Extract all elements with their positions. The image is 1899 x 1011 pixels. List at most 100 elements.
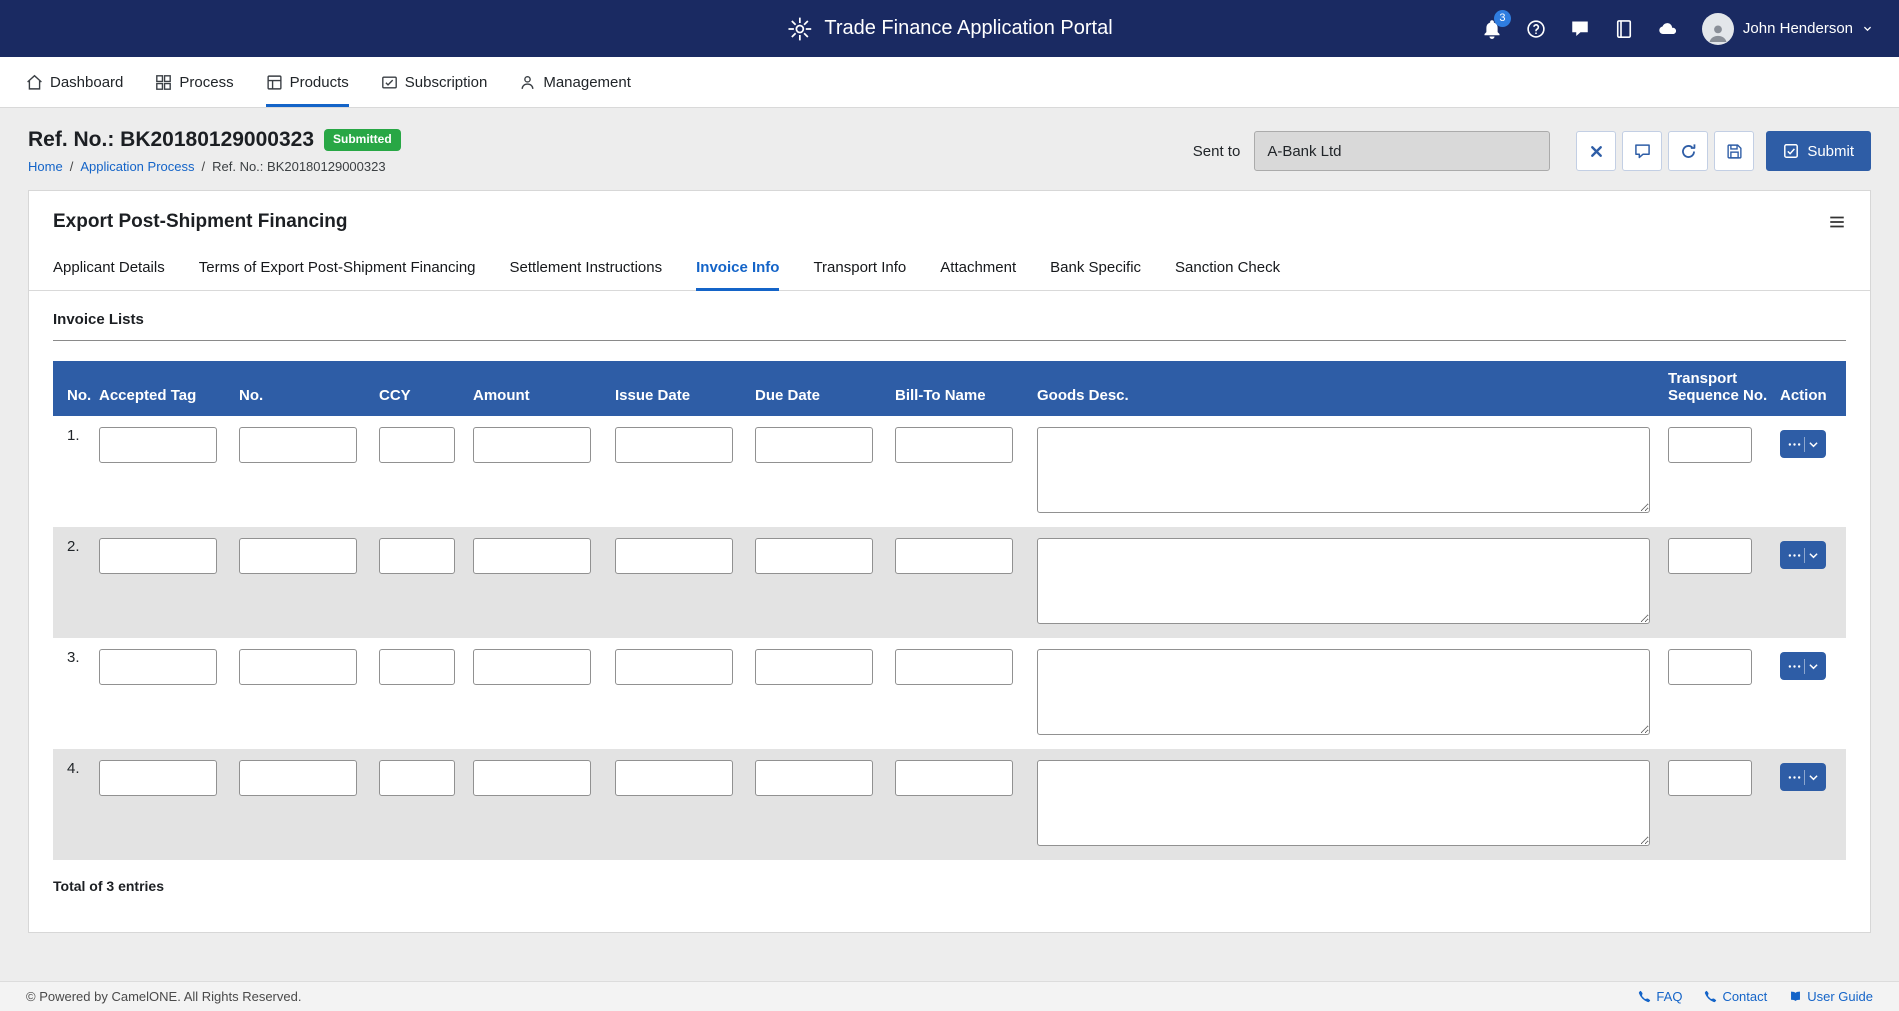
amount-input[interactable] [473,427,591,463]
col-header-goods-desc: Goods Desc. [1037,361,1668,416]
ccy-input[interactable] [379,427,455,463]
notification-bell-icon[interactable]: 3 [1482,19,1502,39]
goods-desc-textarea[interactable] [1037,427,1650,513]
due-date-input[interactable] [755,760,873,796]
menu-list-icon[interactable] [1828,213,1846,231]
tab-sanction-check[interactable]: Sanction Check [1175,247,1280,291]
goods-desc-textarea[interactable] [1037,649,1650,735]
issue-date-input[interactable] [615,760,733,796]
nav-item-process[interactable]: Process [155,57,233,107]
tab-bank-specific[interactable]: Bank Specific [1050,247,1141,291]
ellipsis-icon [1782,664,1804,669]
nav-item-products[interactable]: Products [266,57,349,107]
issue-date-input[interactable] [615,427,733,463]
main-nav: Dashboard Process Products Subscription … [0,57,1899,108]
invoice-no-input[interactable] [239,538,357,574]
row-number: 3. [53,638,99,749]
invoice-no-input[interactable] [239,427,357,463]
tab-terms[interactable]: Terms of Export Post-Shipment Financing [199,247,476,291]
tab-attachment[interactable]: Attachment [940,247,1016,291]
faq-link[interactable]: FAQ [1638,989,1682,1004]
col-header-issue-date: Issue Date [615,361,755,416]
amount-input[interactable] [473,538,591,574]
issue-date-input[interactable] [615,538,733,574]
copyright-text: © Powered by CamelONE. All Rights Reserv… [26,989,301,1004]
issue-date-input[interactable] [615,649,733,685]
due-date-input[interactable] [755,538,873,574]
accepted-tag-input[interactable] [99,427,217,463]
ccy-input[interactable] [379,649,455,685]
card-tabs: Applicant Details Terms of Export Post-S… [29,247,1870,291]
bill-to-name-input[interactable] [895,649,1013,685]
table-row: 2. [53,527,1846,638]
amount-input[interactable] [473,649,591,685]
nav-item-management[interactable]: Management [519,57,631,107]
topbar: Trade Finance Application Portal 3 John … [0,0,1899,57]
nav-item-dashboard[interactable]: Dashboard [26,57,123,107]
col-header-accepted-tag: Accepted Tag [99,361,239,416]
ccy-input[interactable] [379,760,455,796]
breadcrumb-home[interactable]: Home [28,159,63,174]
accepted-tag-input[interactable] [99,538,217,574]
row-action-button[interactable] [1780,763,1826,791]
footer: © Powered by CamelONE. All Rights Reserv… [0,981,1899,1011]
goods-desc-textarea[interactable] [1037,760,1650,846]
user-menu[interactable]: John Henderson [1702,13,1873,45]
col-header-action: Action [1780,361,1846,416]
page-content: Ref. No.: BK20180129000323 Submitted Hom… [0,108,1899,981]
close-button[interactable] [1576,131,1616,171]
help-icon[interactable] [1526,19,1546,39]
row-action-button[interactable] [1780,430,1826,458]
breadcrumb-application-process[interactable]: Application Process [80,159,194,174]
products-icon [266,74,283,91]
nav-label: Subscription [405,74,488,91]
header-button-row: Submit [1576,131,1871,171]
notification-count-badge: 3 [1494,10,1511,27]
tab-settlement-instructions[interactable]: Settlement Instructions [510,247,663,291]
due-date-input[interactable] [755,427,873,463]
invoice-no-input[interactable] [239,649,357,685]
goods-desc-textarea[interactable] [1037,538,1650,624]
amount-input[interactable] [473,760,591,796]
chevron-down-icon [1862,23,1873,34]
chat-icon[interactable] [1570,19,1590,39]
journal-icon[interactable] [1614,19,1634,39]
nav-item-subscription[interactable]: Subscription [381,57,488,107]
row-action-button[interactable] [1780,541,1826,569]
tab-invoice-info[interactable]: Invoice Info [696,247,779,291]
tab-applicant-details[interactable]: Applicant Details [53,247,165,291]
save-button[interactable] [1714,131,1754,171]
submit-button[interactable]: Submit [1766,131,1871,171]
cloud-icon[interactable] [1658,19,1678,39]
col-header-bill-to-name: Bill-To Name [895,361,1037,416]
sent-to-input [1254,131,1550,171]
sent-to-group: Sent to [1193,131,1551,171]
comment-icon [1634,143,1651,160]
transport-seq-input[interactable] [1668,538,1752,574]
contact-link[interactable]: Contact [1704,989,1767,1004]
table-row: 3. [53,638,1846,749]
ccy-input[interactable] [379,538,455,574]
col-header-due-date: Due Date [755,361,895,416]
transport-seq-input[interactable] [1668,649,1752,685]
subscription-icon [381,74,398,91]
accepted-tag-input[interactable] [99,760,217,796]
accepted-tag-input[interactable] [99,649,217,685]
transport-seq-input[interactable] [1668,427,1752,463]
invoice-no-input[interactable] [239,760,357,796]
tab-transport-info[interactable]: Transport Info [813,247,906,291]
total-entries-text: Total of 3 entries [29,860,1870,932]
table-row: 1. [53,416,1846,527]
transport-seq-input[interactable] [1668,760,1752,796]
user-guide-link[interactable]: User Guide [1789,989,1873,1004]
comment-button[interactable] [1622,131,1662,171]
chevron-down-icon [1805,774,1824,781]
topbar-actions: 3 John Henderson [1482,13,1873,45]
due-date-input[interactable] [755,649,873,685]
refresh-button[interactable] [1668,131,1708,171]
footer-links: FAQ Contact User Guide [1638,989,1873,1004]
bill-to-name-input[interactable] [895,427,1013,463]
bill-to-name-input[interactable] [895,760,1013,796]
row-action-button[interactable] [1780,652,1826,680]
bill-to-name-input[interactable] [895,538,1013,574]
